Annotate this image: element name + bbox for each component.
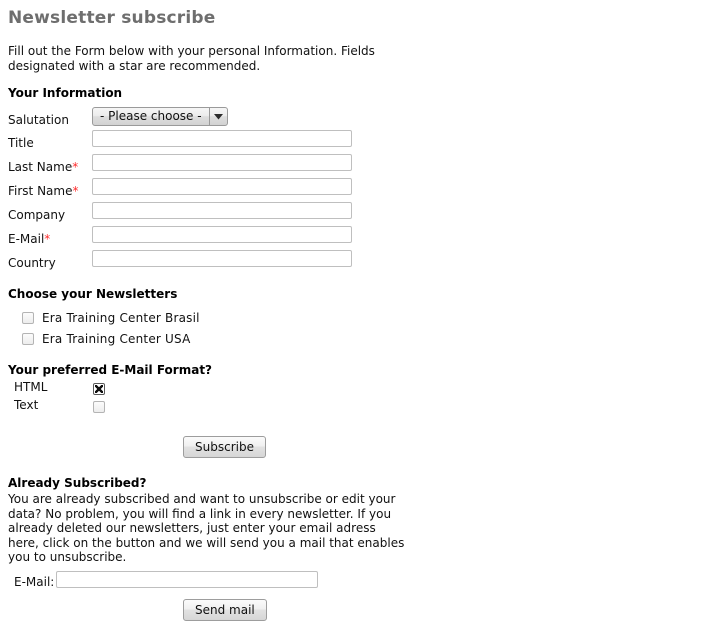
format-option-text: Text: [8, 397, 719, 415]
format-option-html: HTML: [8, 379, 719, 397]
first-name-input[interactable]: [92, 178, 352, 195]
label-last-name-text: Last Name: [8, 160, 73, 174]
subscribe-button[interactable]: Subscribe: [183, 436, 266, 458]
chevron-down-icon[interactable]: [210, 108, 227, 125]
label-unsubscribe-email: E-Mail:: [14, 574, 55, 589]
title-input[interactable]: [92, 130, 352, 147]
label-last-name: Last Name*: [8, 160, 78, 174]
page-title: Newsletter subscribe: [8, 8, 216, 28]
checkbox-format-text[interactable]: [93, 400, 105, 413]
section-heading-already-subscribed: Already Subscribed?: [8, 476, 147, 490]
salutation-select[interactable]: - Please choose -: [92, 107, 228, 126]
field-row-country: Country: [8, 250, 719, 274]
section-heading-newsletters: Choose your Newsletters: [8, 287, 178, 301]
newsletter-option-usa[interactable]: Era Training Center USA: [8, 328, 719, 349]
send-mail-button-row: Send mail: [8, 598, 719, 621]
field-row-title: Title: [8, 130, 719, 154]
unsubscribe-email-input[interactable]: [56, 570, 318, 588]
unsubscribe-text: You are already subscribed and want to u…: [8, 492, 405, 564]
label-country: Country: [8, 256, 56, 270]
newsletter-option-brasil[interactable]: Era Training Center Brasil: [8, 307, 719, 328]
field-row-first-name: First Name*: [8, 178, 719, 202]
email-input[interactable]: [92, 226, 352, 243]
field-row-company: Company: [8, 202, 719, 226]
send-mail-button[interactable]: Send mail: [183, 598, 267, 621]
checkbox-format-html[interactable]: [93, 382, 105, 395]
required-star-email: *: [44, 232, 51, 246]
section-heading-email-format: Your preferred E-Mail Format?: [8, 363, 213, 377]
company-input[interactable]: [92, 202, 352, 219]
label-first-name-text: First Name: [8, 184, 73, 198]
checkbox-format-text-wrap: [93, 399, 105, 413]
field-row-unsubscribe-email: E-Mail:: [8, 570, 719, 593]
field-row-email: E-Mail*: [8, 226, 719, 250]
intro-text: Fill out the Form below with your person…: [8, 44, 375, 73]
label-email: E-Mail*: [8, 232, 50, 246]
newsletter-subscribe-page: Newsletter subscribe Fill out the Form b…: [0, 8, 727, 621]
field-row-last-name: Last Name*: [8, 154, 719, 178]
checkbox-newsletter-brasil[interactable]: [22, 311, 34, 324]
last-name-input[interactable]: [92, 154, 352, 171]
label-title: Title: [8, 136, 34, 150]
section-heading-your-information: Your Information: [8, 86, 123, 100]
label-company: Company: [8, 208, 66, 222]
label-email-text: E-Mail: [8, 232, 45, 246]
label-first-name: First Name*: [8, 184, 78, 198]
newsletter-option-brasil-label: Era Training Center Brasil: [42, 310, 200, 325]
field-row-salutation: Salutation - Please choose -: [8, 107, 719, 130]
checkbox-newsletter-usa[interactable]: [22, 332, 34, 345]
required-star-last-name: *: [72, 160, 79, 174]
format-option-text-label: Text: [14, 398, 39, 412]
country-input[interactable]: [92, 250, 352, 267]
newsletter-option-usa-label: Era Training Center USA: [42, 331, 191, 346]
salutation-select-value: - Please choose -: [100, 109, 202, 123]
checkbox-format-html-wrap: [93, 381, 105, 395]
required-star-first-name: *: [72, 184, 79, 198]
subscribe-button-row: Subscribe: [8, 436, 719, 458]
label-salutation: Salutation: [8, 113, 69, 127]
format-option-html-label: HTML: [14, 380, 48, 394]
